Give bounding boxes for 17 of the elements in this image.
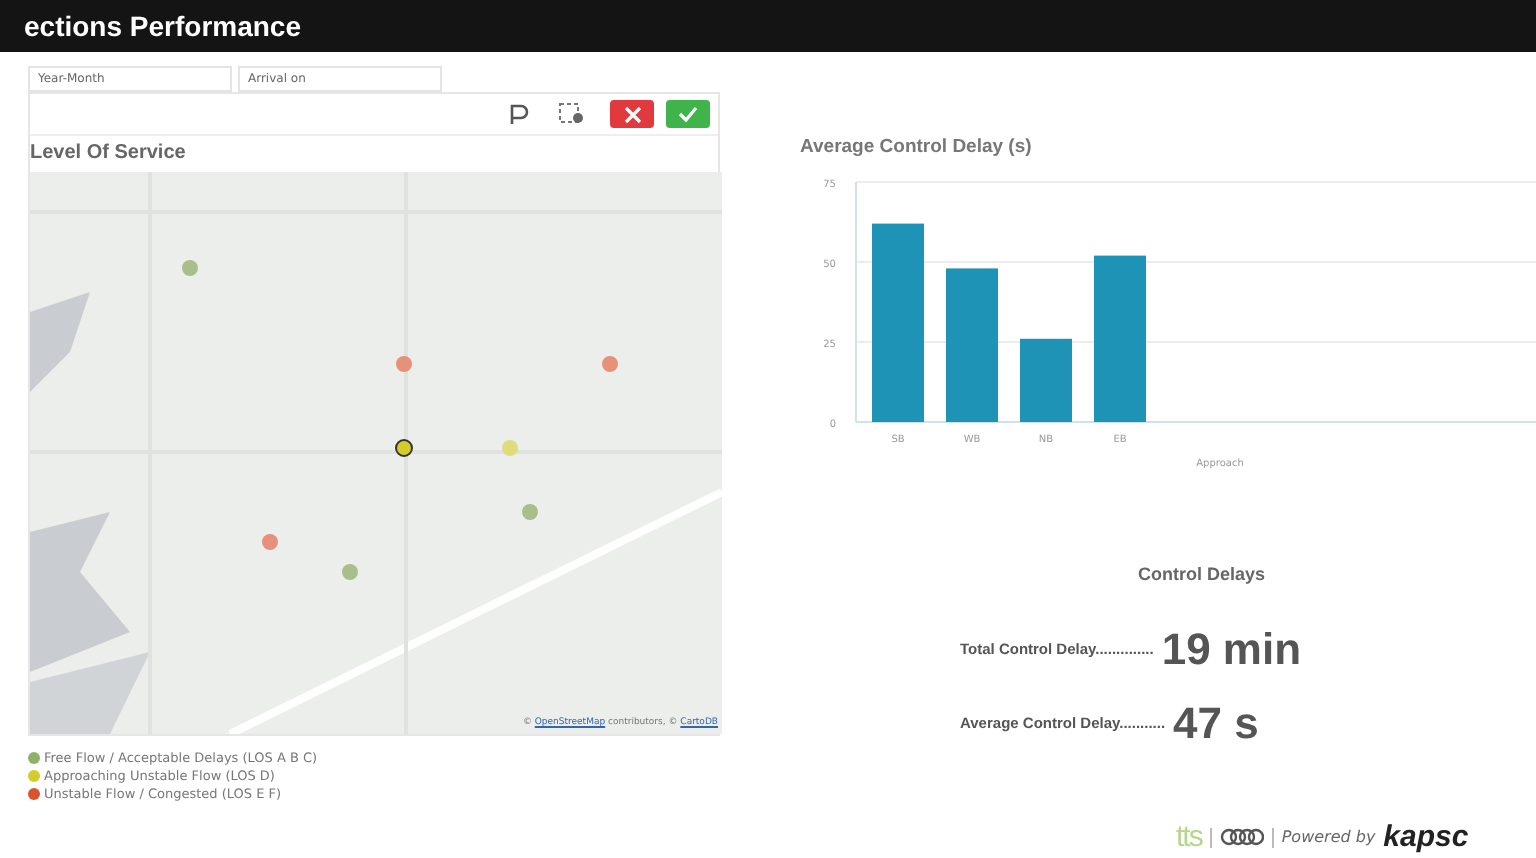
page-title: ections Performance	[24, 10, 301, 42]
powered-by-text: Powered by	[1281, 828, 1376, 846]
cancel-button[interactable]	[610, 100, 654, 128]
check-icon	[678, 106, 698, 122]
confirm-button[interactable]	[666, 100, 710, 128]
kpi-value: 19 min	[1161, 623, 1302, 675]
kpi-title: Control Delays	[1138, 564, 1266, 584]
logo-text: tts	[1176, 820, 1202, 854]
kpi-value: 47 s	[1173, 697, 1259, 749]
bar	[1020, 338, 1072, 422]
chart-title: Average Control Delay (s)	[800, 136, 1034, 158]
lasso-icon[interactable]	[506, 102, 534, 126]
selection-icon[interactable]	[558, 102, 586, 126]
brand-text: kapsc	[1383, 820, 1469, 854]
close-icon	[623, 105, 641, 123]
rings-icon	[1219, 828, 1264, 846]
panel-title: Level Of Service	[30, 140, 188, 168]
